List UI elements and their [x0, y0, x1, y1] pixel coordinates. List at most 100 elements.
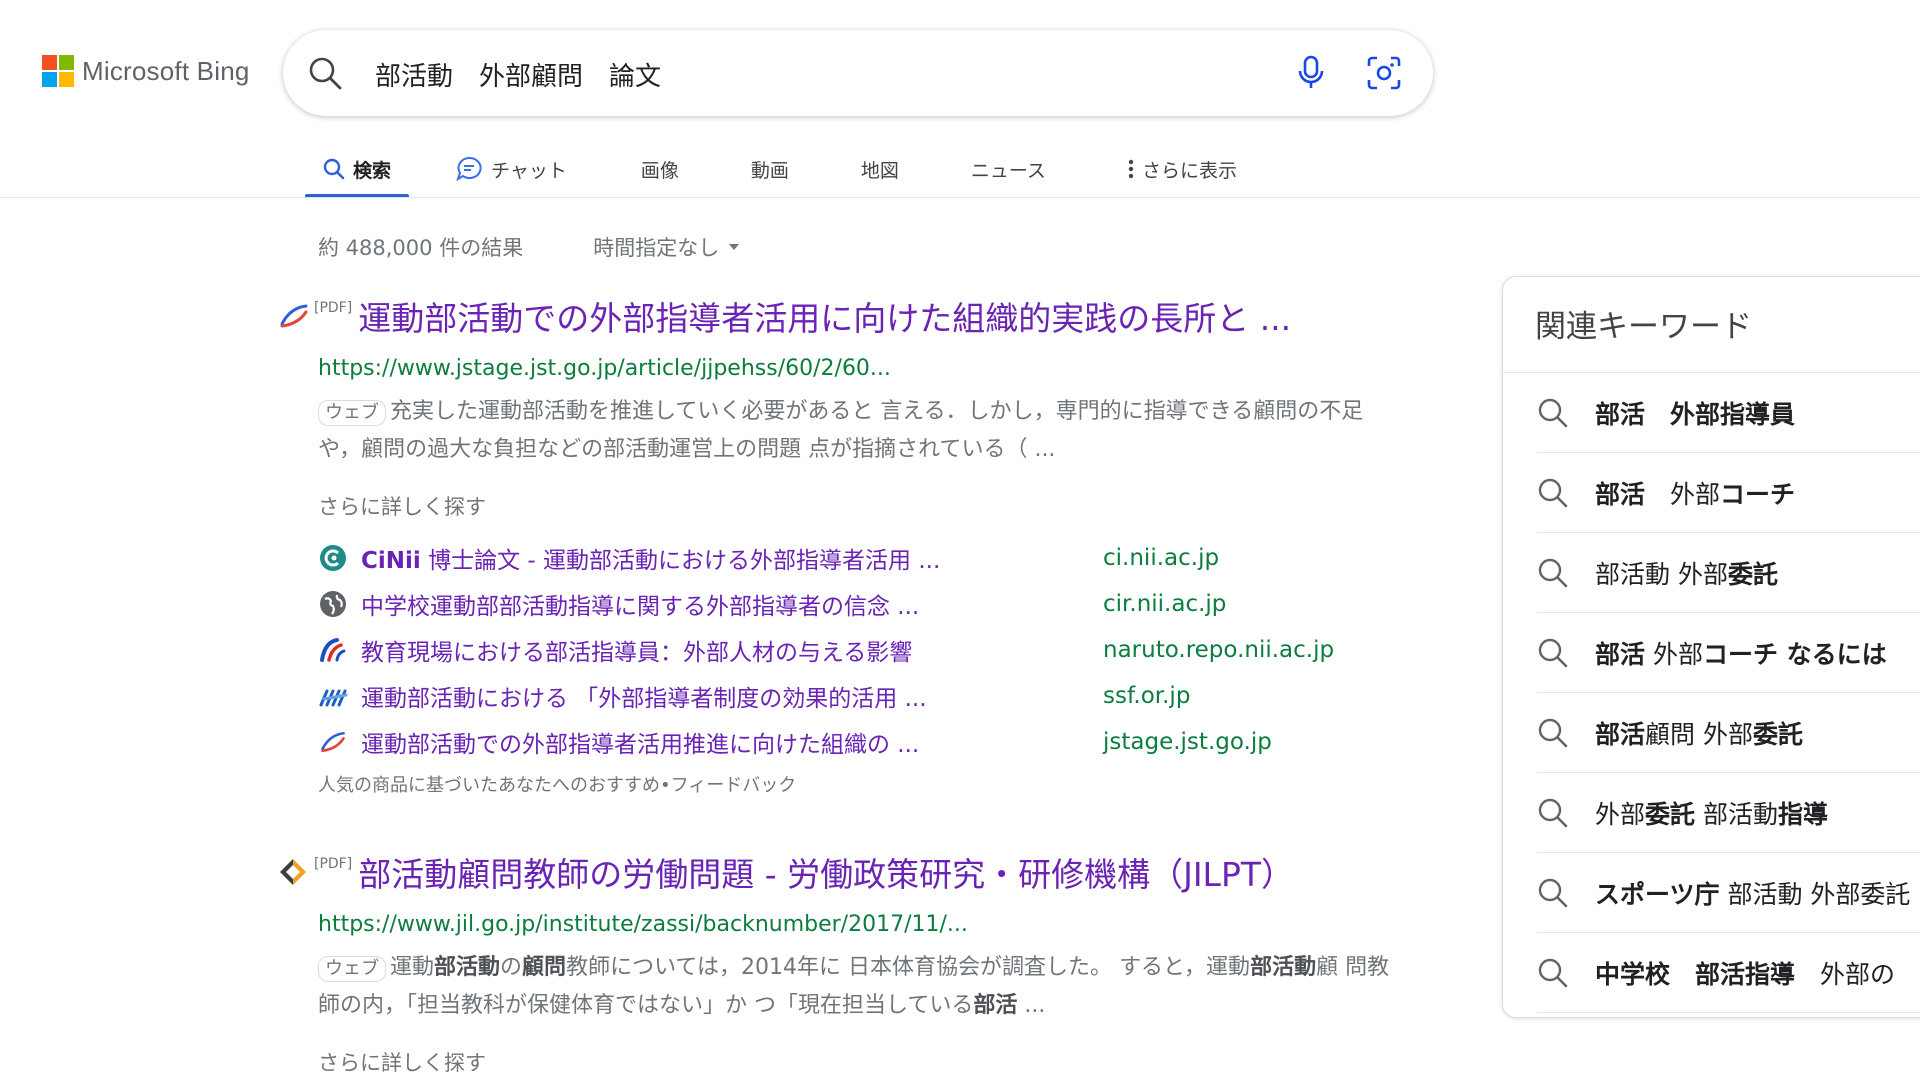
keyword-highlight: 部活	[1595, 399, 1646, 429]
related-keyword-item[interactable]: 部活 外部指導員	[1537, 373, 1920, 453]
related-keyword-item[interactable]: 部活動 外部委託	[1537, 533, 1920, 613]
tab-label: チャット	[491, 159, 567, 182]
result-snippet: ウェブ 運動部活動の顧問教師については，2014年に 日本体育協会が調査した。 す…	[318, 949, 1398, 1025]
related-keyword-text: 部活顧問 外部委託	[1595, 715, 1803, 751]
deep-link-domain: ci.nii.ac.jp	[1103, 545, 1220, 571]
time-filter-dropdown[interactable]: 時間指定なし	[593, 232, 740, 262]
snippet-part: 教師については，2014年に 日本体育協会が調査した。 すると，運動	[566, 955, 1251, 980]
search-icon	[1537, 797, 1569, 829]
result-title-link[interactable]: 運動部活動での外部指導者活用に向けた組織的実践の長所と ...	[358, 292, 1291, 340]
visual-search-icon[interactable]	[1365, 54, 1403, 96]
tab-label: ニュース	[970, 159, 1046, 182]
deep-link-domain: jstage.jst.go.jp	[1103, 729, 1272, 755]
bing-logo[interactable]: Microsoft Bing	[42, 55, 250, 87]
deep-link-text: 運動部活動での外部指導者活用推進に向けた組織の ...	[361, 732, 920, 758]
tab-label: 動画	[750, 159, 789, 182]
related-list: 部活 外部指導員 部活 外部コーチ 部活動 外部委託 部活 外部コーチ なるには 部活顧…	[1503, 373, 1920, 1013]
logo-text: Microsoft Bing	[82, 55, 250, 86]
related-title: 関連キーワード	[1503, 277, 1920, 373]
microphone-icon[interactable]	[1293, 54, 1329, 96]
tab-news[interactable]: ニュース	[953, 140, 1064, 198]
search-icon	[1537, 717, 1569, 749]
related-keyword-item[interactable]: スポーツ庁 部活動 外部委託	[1537, 853, 1920, 933]
search-icon	[1537, 557, 1569, 589]
related-keyword-text: 部活 外部コーチ なるには	[1595, 635, 1887, 671]
deep-link-item[interactable]: 運動部活動での外部指導者活用推進に向けた組織の ... jstage.jst.g…	[318, 719, 1408, 765]
pdf-tag: [PDF]	[314, 300, 353, 316]
search-icon	[323, 158, 345, 180]
search-icon	[1537, 877, 1569, 909]
keyword-part	[1670, 960, 1695, 989]
keyword-highlight: 委託	[1727, 559, 1778, 589]
globe-icon	[318, 589, 348, 619]
deep-link-domain: naruto.repo.nii.ac.jp	[1103, 637, 1335, 663]
tab-maps[interactable]: 地図	[843, 140, 917, 198]
related-keyword-text: 中学校 部活指導 外部の	[1595, 955, 1895, 991]
related-keyword-item[interactable]: 中学校 部活指導 外部の	[1537, 933, 1920, 1013]
result-url[interactable]: https://www.jil.go.jp/institute/zassi/ba…	[318, 912, 1408, 937]
keyword-highlight: 部活	[1595, 639, 1646, 669]
related-keyword-text: 部活動 外部委託	[1595, 555, 1778, 591]
tab-videos[interactable]: 動画	[733, 140, 807, 198]
snippet-highlight: 部活動	[1250, 955, 1317, 980]
search-box[interactable]	[283, 30, 1433, 116]
search-icon[interactable]	[307, 55, 343, 95]
results-meta: 約 488,000 件の結果 時間指定なし	[318, 232, 740, 262]
related-keyword-text: 外部委託 部活動指導	[1595, 795, 1828, 831]
deep-link-domain: ssf.or.jp	[1103, 683, 1191, 709]
result-count: 約 488,000 件の結果	[318, 236, 524, 260]
search-icon	[1537, 477, 1569, 509]
feedback-link[interactable]: 人気の商品に基づいたあなたへのおすすめ•フィードバック	[318, 771, 1408, 797]
result-title-link[interactable]: 部活動顧問教師の労働問題 - 労働政策研究・研修機構（JILPT）	[358, 848, 1294, 896]
tab-chat[interactable]: チャット	[437, 140, 585, 198]
tab-label: 画像	[640, 159, 679, 182]
related-keyword-item[interactable]: 外部委託 部活動指導	[1537, 773, 1920, 853]
deep-link-title: CiNii 博士論文 - 運動部活動における外部指導者活用 ...	[361, 541, 1103, 575]
more-vertical-icon	[1128, 158, 1134, 180]
tab-label: 検索	[353, 159, 392, 182]
snippet-part: の	[500, 955, 523, 980]
related-keyword-item[interactable]: 部活顧問 外部委託	[1537, 693, 1920, 773]
microsoft-logo-icon	[42, 55, 74, 87]
related-keyword-text: 部活 外部コーチ	[1595, 475, 1795, 511]
pdf-tag: [PDF]	[314, 856, 353, 872]
deep-link-item[interactable]: 運動部活動における 「外部指導者制度の効果的活用 ... ssf.or.jp	[318, 673, 1408, 719]
web-tag: ウェブ	[318, 400, 386, 426]
keyword-part: 外部の	[1795, 959, 1896, 989]
caret-down-icon	[729, 244, 740, 250]
search-icon	[1537, 397, 1569, 429]
keyword-part: 外部	[1595, 799, 1646, 829]
deep-link-item[interactable]: CiNii 博士論文 - 運動部活動における外部指導者活用 ... ci.nii…	[318, 535, 1408, 581]
search-icon	[1537, 957, 1569, 989]
deep-link-item[interactable]: 中学校運動部部活動指導に関する外部指導者の信念 ... cir.nii.ac.j…	[318, 581, 1408, 627]
snippet-text: 運動部活動の顧問教師については，2014年に 日本体育協会が調査した。 すると，…	[318, 955, 1389, 1018]
explore-more-label: さらに詳しく探す	[318, 495, 486, 519]
deep-link-item[interactable]: 教育現場における部活指導員：外部人材の与える影響 naruto.repo.nii…	[318, 627, 1408, 673]
deep-link-text: 教育現場における部活指導員：外部人材の与える影響	[361, 640, 913, 666]
related-keyword-item[interactable]: 部活 外部コーチ なるには	[1537, 613, 1920, 693]
related-keywords-panel: 関連キーワード 部活 外部指導員部活 外部コーチ 部活動 外部委託部活 外部コーチ…	[1502, 276, 1920, 1018]
keyword-highlight: 部活	[1595, 479, 1646, 509]
keyword-highlight: 外部指導員	[1645, 399, 1796, 429]
snippet-highlight: 顧問	[522, 955, 567, 980]
related-keyword-item[interactable]: 部活 外部コーチ	[1537, 453, 1920, 533]
jstage-icon	[318, 727, 348, 757]
snippet-highlight: 部活動	[434, 955, 501, 980]
repository-icon	[318, 635, 348, 665]
tab-label: さらに表示	[1141, 159, 1237, 182]
tab-search[interactable]: 検索	[305, 140, 410, 198]
search-input[interactable]	[373, 50, 1197, 98]
explore-more-label: さらに詳しく探す	[318, 1051, 486, 1075]
search-result: [PDF] 運動部活動での外部指導者活用に向けた組織的実践の長所と ... ht…	[278, 292, 1408, 797]
tab-images[interactable]: 画像	[623, 140, 697, 198]
tab-more[interactable]: さらに表示	[1110, 140, 1255, 198]
keyword-highlight: 委託	[1752, 719, 1803, 749]
jstage-icon	[278, 302, 314, 330]
deep-link-text: 中学校運動部部活動指導に関する外部指導者の信念 ...	[361, 594, 920, 620]
deep-link-domain: cir.nii.ac.jp	[1103, 591, 1227, 617]
deep-links: CiNii 博士論文 - 運動部活動における外部指導者活用 ... ci.nii…	[318, 535, 1408, 765]
snippet-highlight: 部活	[973, 993, 1018, 1018]
result-url[interactable]: https://www.jstage.jst.go.jp/article/jjp…	[318, 356, 1408, 381]
deep-link-text: 運動部活動における 「外部指導者制度の効果的活用 ...	[361, 686, 927, 712]
keyword-part: 顧問 外部	[1645, 719, 1753, 749]
